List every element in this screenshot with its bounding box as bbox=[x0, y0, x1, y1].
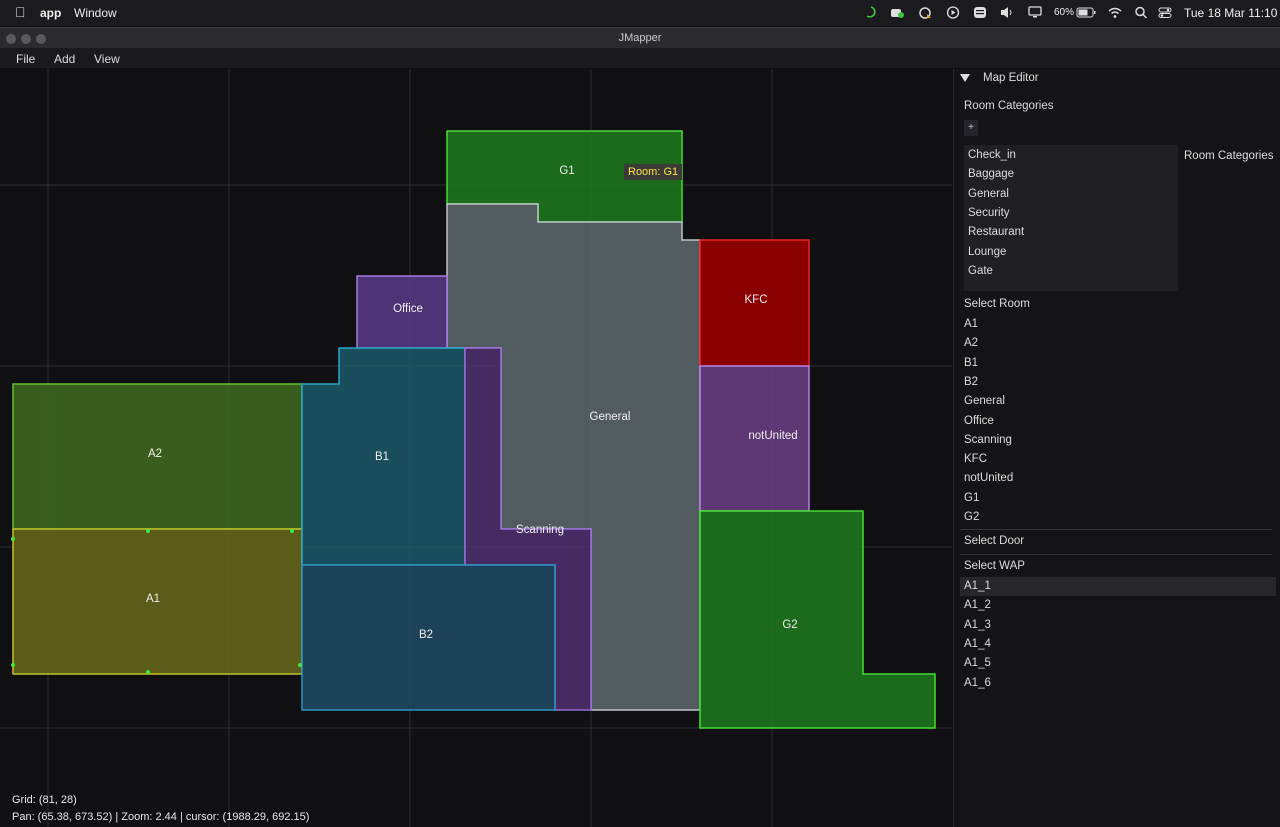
category-item[interactable]: Gate bbox=[968, 265, 993, 277]
room-list-item[interactable]: G2 bbox=[964, 511, 979, 523]
room-list-item[interactable]: A1 bbox=[964, 318, 978, 330]
room-list-item[interactable]: Scanning bbox=[964, 434, 1012, 446]
wap-list-item[interactable]: A1_4 bbox=[964, 638, 991, 650]
select-wap-label[interactable]: Select WAP bbox=[964, 560, 1025, 572]
search-icon[interactable] bbox=[1134, 6, 1148, 19]
wap-marker[interactable] bbox=[290, 529, 294, 533]
app-menu[interactable]: app bbox=[40, 6, 61, 20]
map-drawing[interactable] bbox=[0, 69, 952, 827]
battery-icon[interactable] bbox=[1076, 6, 1096, 19]
divider bbox=[960, 529, 1272, 530]
room-label: KFC bbox=[744, 294, 768, 306]
room-list-item[interactable]: notUnited bbox=[964, 472, 1013, 484]
apple-logo-icon[interactable]:  bbox=[15, 4, 26, 20]
panel-header[interactable]: Map Editor bbox=[983, 72, 1039, 84]
category-item[interactable]: Baggage bbox=[968, 168, 1014, 180]
room-label: Office bbox=[393, 303, 423, 315]
room-label: Scanning bbox=[516, 524, 564, 536]
wap-marker[interactable] bbox=[146, 529, 150, 533]
category-list[interactable]: Check_in Baggage General Security Restaurant… bbox=[964, 145, 1178, 291]
room-label: G2 bbox=[782, 619, 798, 631]
room-tooltip: Room: G1 bbox=[624, 164, 683, 180]
room-label: A1 bbox=[145, 593, 161, 605]
system-menu-bar:  app Window 60% Tue 18 Mar 11:10 bbox=[0, 0, 1280, 26]
category-item[interactable]: Check_in bbox=[968, 149, 1016, 161]
control-center-icon[interactable] bbox=[1158, 6, 1172, 19]
room-label: notUnited bbox=[748, 430, 798, 442]
wap-marker[interactable] bbox=[11, 663, 15, 667]
add-menu[interactable]: Add bbox=[54, 52, 75, 66]
wap-marker[interactable] bbox=[146, 670, 150, 674]
vpn-icon[interactable] bbox=[918, 6, 932, 19]
wap-list-item[interactable]: A1_5 bbox=[964, 657, 991, 669]
room-list-item[interactable]: B1 bbox=[964, 357, 978, 369]
room-label: A2 bbox=[147, 448, 163, 460]
room-list-item[interactable]: Office bbox=[964, 415, 994, 427]
select-door-label[interactable]: Select Door bbox=[964, 535, 1024, 547]
category-item[interactable]: Security bbox=[968, 207, 1010, 219]
room-list-item[interactable]: KFC bbox=[964, 453, 987, 465]
wap-list-item[interactable]: A1_3 bbox=[964, 619, 991, 631]
wap-list-item[interactable]: A1_6 bbox=[964, 677, 991, 689]
room-g2[interactable] bbox=[699, 510, 936, 729]
sync-icon[interactable] bbox=[864, 6, 878, 19]
grid-status: Grid: (81, 28) bbox=[12, 794, 77, 806]
wifi-icon[interactable] bbox=[1108, 6, 1122, 19]
clock[interactable]: Tue 18 Mar 11:10 bbox=[1184, 6, 1277, 20]
room-list-item[interactable]: General bbox=[964, 395, 1005, 407]
battery-percentage: 60% bbox=[1054, 7, 1075, 18]
app-menu-bar: File Add View bbox=[0, 48, 1280, 68]
room-label: B2 bbox=[418, 629, 434, 641]
divider bbox=[960, 554, 1272, 555]
category-item[interactable]: Restaurant bbox=[968, 226, 1024, 238]
room-label: B1 bbox=[374, 451, 390, 463]
room-list-item[interactable]: G1 bbox=[964, 492, 979, 504]
file-menu[interactable]: File bbox=[16, 52, 35, 66]
room-categories-label: Room Categories bbox=[964, 100, 1054, 112]
category-item[interactable]: Lounge bbox=[968, 246, 1006, 258]
volume-icon[interactable] bbox=[1000, 6, 1014, 19]
collapse-triangle-icon[interactable] bbox=[960, 73, 970, 83]
pan-zoom-status: Pan: (65.38, 673.52) | Zoom: 2.44 | curs… bbox=[12, 811, 310, 823]
select-room-label: Select Room bbox=[964, 298, 1030, 310]
map-editor-panel: Map Editor Room Categories + Check_in Bag… bbox=[953, 69, 1280, 827]
wap-marker[interactable] bbox=[11, 537, 15, 541]
window-menu[interactable]: Window bbox=[74, 6, 117, 20]
room-label: G1 bbox=[559, 165, 575, 177]
window-title-bar[interactable]: JMapper bbox=[0, 27, 1280, 49]
extension-icon[interactable] bbox=[890, 6, 904, 19]
view-menu[interactable]: View bbox=[94, 52, 120, 66]
notes-icon[interactable] bbox=[973, 6, 987, 19]
room-label: General bbox=[589, 411, 631, 423]
wap-marker[interactable] bbox=[298, 663, 302, 667]
wap-list-item[interactable]: A1_1 bbox=[964, 580, 991, 592]
display-icon[interactable] bbox=[1028, 6, 1042, 19]
map-canvas[interactable]: G1 General Office KFC notUnited A2 A1 B1 Scannin… bbox=[0, 69, 952, 827]
wap-selection-highlight bbox=[960, 577, 1276, 596]
category-item[interactable]: General bbox=[968, 188, 1009, 200]
room-list-item[interactable]: A2 bbox=[964, 337, 978, 349]
play-icon[interactable] bbox=[946, 6, 960, 19]
add-category-button[interactable]: + bbox=[964, 120, 978, 136]
category-list-label: Room Categories bbox=[1184, 150, 1274, 162]
wap-list-item[interactable]: A1_2 bbox=[964, 599, 991, 611]
window-title: JMapper bbox=[618, 32, 662, 44]
room-list-item[interactable]: B2 bbox=[964, 376, 978, 388]
